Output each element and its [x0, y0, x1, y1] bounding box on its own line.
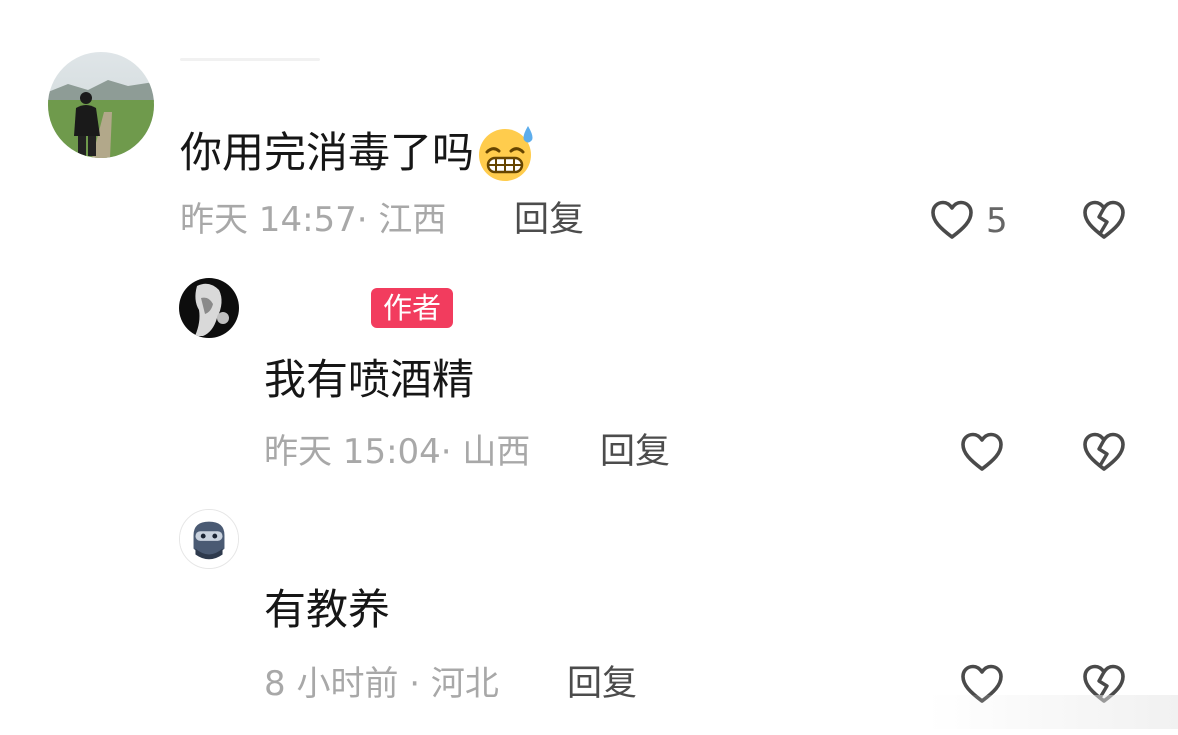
username-placeholder	[180, 58, 320, 61]
dislike-button[interactable]	[1080, 428, 1128, 476]
broken-heart-icon	[1083, 432, 1125, 471]
avatar[interactable]	[179, 509, 239, 569]
author-badge: 作者	[371, 288, 454, 328]
avatar[interactable]	[48, 52, 154, 158]
reply-button[interactable]: 回复	[514, 200, 584, 240]
reply-button[interactable]: 回复	[600, 432, 670, 472]
comment-meta: 昨天 14:57· 江西	[180, 200, 447, 240]
like-count: 5	[986, 201, 1008, 241]
broken-heart-icon	[1083, 200, 1125, 239]
comment-text: 有教养	[264, 585, 391, 634]
comment-meta: 昨天 15:04· 山西	[264, 432, 531, 472]
dislike-button[interactable]	[1080, 196, 1128, 244]
comment-text: 你用完消毒了吗	[180, 122, 538, 184]
comment-meta: 8 小时前 · 河北	[264, 664, 499, 704]
heart-icon	[931, 200, 973, 239]
avatar[interactable]	[179, 278, 239, 338]
watermark	[928, 695, 1178, 729]
like-button[interactable]	[928, 196, 976, 244]
heart-icon	[961, 432, 1003, 471]
comment-text: 我有喷酒精	[264, 355, 475, 404]
reply-button[interactable]: 回复	[567, 664, 637, 704]
comment-text-content: 你用完消毒了吗	[180, 128, 475, 177]
grimacing-sweat-emoji	[476, 122, 538, 184]
like-button[interactable]	[958, 428, 1006, 476]
